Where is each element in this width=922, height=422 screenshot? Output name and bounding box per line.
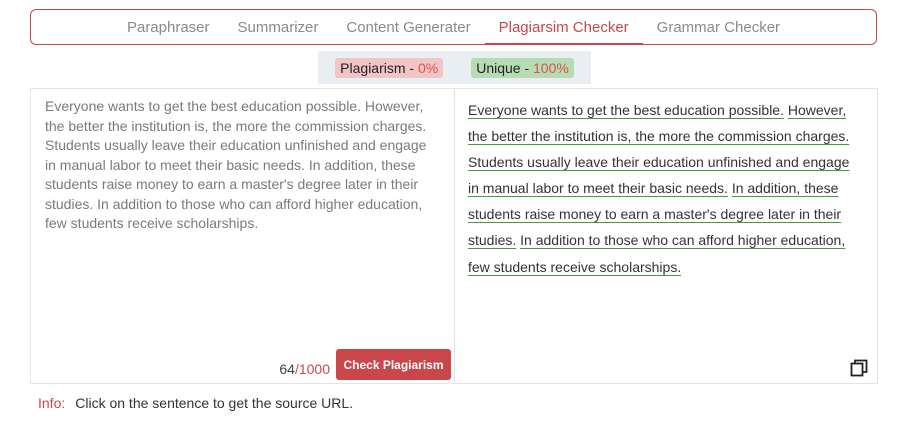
input-text-area[interactable]: Everyone wants to get the best education… bbox=[45, 97, 440, 234]
tab-summarizer[interactable]: Summarizer bbox=[224, 10, 333, 44]
unique-value: 100% bbox=[533, 59, 569, 76]
result-sentence[interactable]: In addition to those who can afford high… bbox=[468, 232, 845, 274]
unique-label: Unique - bbox=[476, 59, 534, 76]
input-panel[interactable]: Everyone wants to get the best education… bbox=[30, 88, 455, 384]
editor-panels: Everyone wants to get the best education… bbox=[30, 88, 878, 384]
word-counter: 64/1000 bbox=[279, 361, 330, 377]
info-line: Info: Click on the sentence to get the so… bbox=[38, 395, 353, 411]
tool-tabs: Paraphraser Summarizer Content Generater… bbox=[30, 9, 877, 45]
word-count: 64 bbox=[279, 361, 295, 377]
result-panel: Everyone wants to get the best education… bbox=[455, 88, 878, 384]
unique-badge: Unique - 100% bbox=[471, 57, 574, 78]
plagiarism-badge: Plagiarism - 0% bbox=[335, 57, 444, 78]
copy-icon[interactable] bbox=[850, 359, 868, 377]
tab-content-generater[interactable]: Content Generater bbox=[332, 10, 484, 44]
tab-plagiarism-checker[interactable]: Plagiarsim Checker bbox=[484, 10, 643, 45]
info-label: Info: bbox=[38, 395, 66, 411]
tab-grammar-checker[interactable]: Grammar Checker bbox=[643, 10, 794, 44]
result-sentence[interactable]: Everyone wants to get the best education… bbox=[468, 102, 784, 118]
plagiarism-label: Plagiarism - bbox=[340, 59, 418, 76]
word-limit: /1000 bbox=[294, 361, 330, 377]
plagiarism-value: 0% bbox=[417, 59, 439, 76]
stats-bar: Plagiarism - 0% Unique - 100% bbox=[318, 51, 591, 84]
result-text: Everyone wants to get the best education… bbox=[468, 97, 863, 280]
info-text: Click on the sentence to get the source … bbox=[75, 395, 354, 411]
check-plagiarism-button[interactable]: Check Plagiarism bbox=[336, 349, 451, 380]
tab-paraphraser[interactable]: Paraphraser bbox=[113, 10, 224, 44]
page: Paraphraser Summarizer Content Generater… bbox=[0, 0, 922, 422]
